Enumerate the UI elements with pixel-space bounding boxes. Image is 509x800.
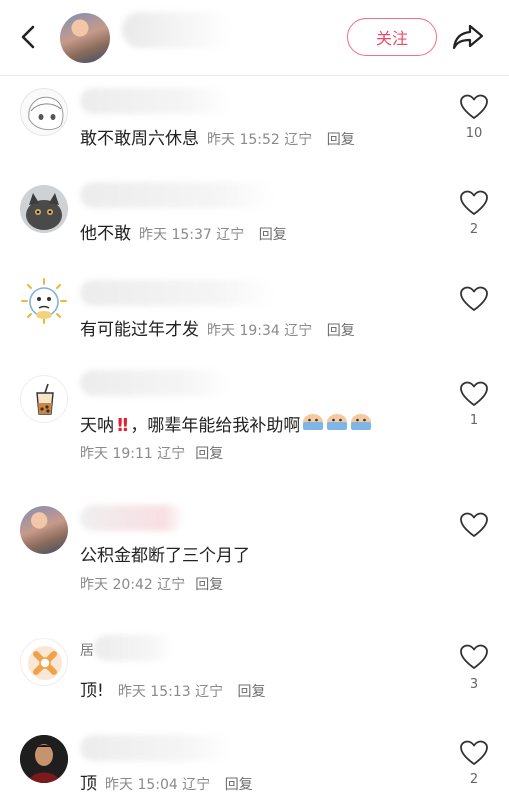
reply-button[interactable]: 回复 — [225, 777, 253, 793]
comment-time: 15:13 — [150, 684, 191, 700]
reply-button[interactable]: 回复 — [195, 574, 223, 594]
comment-line: 敢不敢周六休息 昨天 15:52 辽宁 回复 — [80, 124, 355, 149]
reply-button[interactable]: 回复 — [327, 132, 355, 148]
comment-location: 辽宁 — [195, 684, 224, 700]
heart-icon[interactable] — [459, 189, 489, 217]
like-count: 2 — [469, 772, 479, 787]
user-name-blurred[interactable] — [80, 280, 275, 306]
comment-time: 19:34 — [239, 323, 280, 339]
crying-face-emoji-icon — [303, 414, 324, 430]
comment-location: 辽宁 — [157, 577, 186, 593]
user-avatar[interactable] — [20, 735, 68, 783]
heart-icon[interactable] — [459, 643, 489, 671]
comment-time: 20:42 — [112, 577, 153, 593]
like-count: 10 — [465, 126, 483, 141]
heart-icon[interactable] — [459, 511, 489, 539]
comment-location: 辽宁 — [284, 323, 313, 339]
reply-button[interactable]: 回复 — [327, 323, 355, 339]
comment-text-continued: ，哪辈年能给我补助啊 — [130, 416, 301, 436]
user-avatar[interactable] — [20, 506, 68, 554]
double-exclamation-icon: !! — [116, 415, 130, 436]
comment-date: 昨天 — [80, 577, 108, 593]
comment-time: 15:37 — [171, 227, 212, 243]
crying-face-emoji-icon — [327, 414, 348, 430]
user-avatar[interactable] — [20, 185, 68, 233]
follow-button[interactable]: 关注 — [347, 18, 437, 56]
comment-location: 辽宁 — [182, 777, 211, 793]
comment-text: 顶! — [80, 681, 104, 701]
comment-text: 公积金都断了三个月了 — [80, 546, 250, 566]
comment-time: 15:52 — [239, 132, 280, 148]
comment-line: 顶 昨天 15:04 辽宁 回复 — [80, 769, 253, 794]
user-name-blurred[interactable] — [94, 635, 174, 661]
user-name-partial[interactable]: 居 — [80, 640, 94, 660]
back-icon[interactable] — [14, 22, 44, 52]
comment-time: 19:11 — [112, 446, 153, 462]
top-bar: 关注 — [0, 0, 509, 76]
reply-button[interactable]: 回复 — [195, 443, 223, 463]
comment-meta: 昨天 15:13 辽宁 回复 — [118, 681, 266, 701]
comment-location: 辽宁 — [216, 227, 245, 243]
comment-line: 他不敢 昨天 15:37 辽宁 回复 — [80, 219, 287, 244]
comment-date: 昨天 — [139, 227, 167, 243]
comment-date: 昨天 — [207, 323, 235, 339]
comment-meta: 昨天 15:37 辽宁 回复 — [139, 224, 287, 244]
heart-icon[interactable] — [459, 285, 489, 313]
comment-location: 辽宁 — [157, 446, 186, 462]
comment-meta: 昨天 15:52 辽宁 回复 — [207, 129, 355, 149]
author-avatar[interactable] — [60, 13, 110, 63]
user-avatar[interactable] — [20, 88, 68, 136]
reply-button[interactable]: 回复 — [259, 227, 287, 243]
comment-line: 公积金都断了三个月了 — [80, 541, 250, 566]
like-count: 3 — [469, 677, 479, 692]
reply-button[interactable]: 回复 — [238, 684, 266, 700]
comment-meta: 昨天 19:11 辽宁 回复 — [80, 443, 223, 463]
share-icon[interactable] — [450, 19, 486, 55]
comment-text: 天呐 — [80, 416, 114, 436]
user-avatar[interactable] — [20, 375, 68, 423]
user-avatar[interactable] — [20, 638, 68, 686]
crying-face-emoji-icon — [351, 414, 372, 430]
comment-location: 辽宁 — [284, 132, 313, 148]
comment-date: 昨天 — [117, 684, 146, 700]
user-avatar[interactable] — [20, 277, 68, 325]
author-name-blurred[interactable] — [122, 12, 232, 48]
comment-text: 有可能过年才发 — [80, 320, 199, 340]
heart-icon[interactable] — [459, 739, 489, 767]
user-name-blurred[interactable] — [80, 735, 230, 761]
comment-time: 15:04 — [137, 777, 178, 793]
like-count: 2 — [469, 222, 479, 237]
user-name-blurred[interactable] — [80, 182, 275, 208]
comment-meta: 昨天 15:04 辽宁 回复 — [105, 774, 253, 794]
user-name-blurred[interactable] — [80, 370, 230, 396]
comment-date: 昨天 — [80, 446, 108, 462]
like-count: 1 — [469, 413, 479, 428]
comment-text: 顶 — [80, 774, 97, 794]
comment-meta: 昨天 19:34 辽宁 回复 — [207, 320, 355, 340]
user-name-blurred[interactable] — [80, 88, 230, 114]
comment-line: 天呐 !! ，哪辈年能给我补助啊 — [80, 411, 372, 436]
comment-date: 昨天 — [105, 777, 133, 793]
comment-date: 昨天 — [207, 132, 235, 148]
user-name-blurred[interactable] — [80, 505, 185, 531]
comment-text: 敢不敢周六休息 — [80, 129, 199, 149]
comment-meta: 昨天 20:42 辽宁 回复 — [80, 574, 223, 594]
heart-icon[interactable] — [459, 380, 489, 408]
comment-line: 顶! 昨天 15:13 辽宁 回复 — [80, 676, 266, 701]
comment-line: 有可能过年才发 昨天 19:34 辽宁 回复 — [80, 315, 355, 340]
comment-text: 他不敢 — [80, 224, 131, 244]
heart-icon[interactable] — [459, 93, 489, 121]
